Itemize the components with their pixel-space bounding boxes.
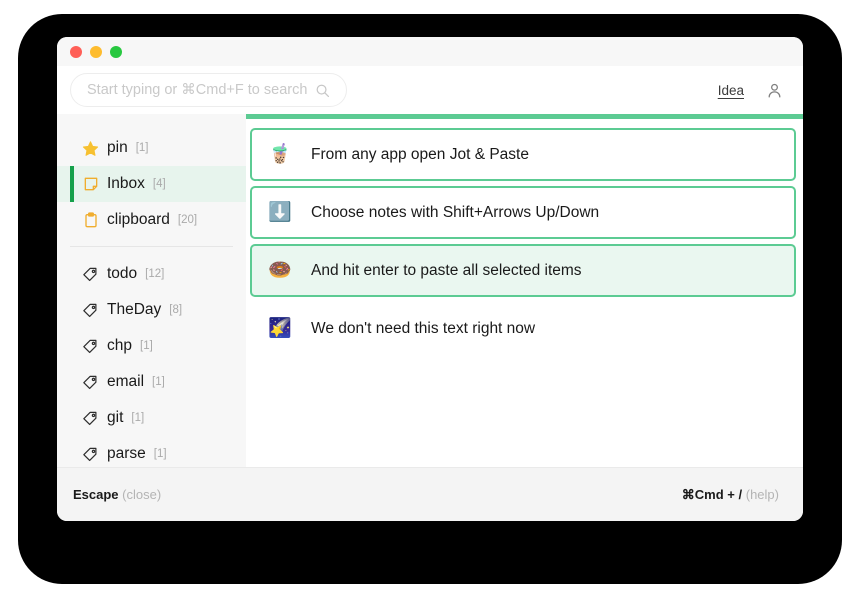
sidebar-item-clipboard[interactable]: clipboard [20] xyxy=(57,202,246,238)
sidebar-item-count: [20] xyxy=(177,214,198,226)
escape-hint: Escape (close) xyxy=(73,487,161,502)
sidebar-item-parse[interactable]: parse [1] xyxy=(57,436,246,472)
note-row[interactable]: 🍩 And hit enter to paste all selected it… xyxy=(250,244,796,297)
sidebar-item-email[interactable]: email [1] xyxy=(57,364,246,400)
tag-icon xyxy=(82,338,99,355)
escape-hint-key: Escape xyxy=(73,487,119,502)
note-row[interactable]: ⬇️ Choose notes with Shift+Arrows Up/Dow… xyxy=(250,186,796,239)
bubble-tea-icon: 🧋 xyxy=(268,144,292,165)
zoom-window-button[interactable] xyxy=(110,45,122,58)
doughnut-icon: 🍩 xyxy=(268,260,292,281)
tag-icon xyxy=(82,374,99,391)
sidebar-tag-group: todo [12] TheDay [8] chp [1] email [1] g… xyxy=(57,256,246,472)
close-window-button[interactable] xyxy=(70,45,82,58)
app-window: Idea pin [1] xyxy=(57,37,803,521)
main-panel: 🧋 From any app open Jot & Paste ⬇️ Choos… xyxy=(246,114,803,467)
sidebar-item-todo[interactable]: todo [12] xyxy=(57,256,246,292)
sidebar-item-inbox[interactable]: Inbox [4] xyxy=(57,166,246,202)
sidebar-pinned-group: pin [1] Inbox [4] clipboard [20] xyxy=(57,130,246,238)
sidebar-item-pin[interactable]: pin [1] xyxy=(57,130,246,166)
help-hint-key: ⌘Cmd + / xyxy=(681,486,743,502)
sidebar-item-git[interactable]: git [1] xyxy=(57,400,246,436)
note-text: Choose notes with Shift+Arrows Up/Down xyxy=(311,203,600,221)
down-arrow-icon: ⬇️ xyxy=(268,202,292,223)
sidebar-item-count: [1] xyxy=(153,448,167,460)
sidebar-item-theday[interactable]: TheDay [8] xyxy=(57,292,246,328)
sidebar-divider xyxy=(70,246,233,247)
note-list: 🧋 From any app open Jot & Paste ⬇️ Choos… xyxy=(246,119,803,355)
sidebar-item-label: Inbox xyxy=(107,175,145,192)
help-hint: ⌘Cmd + / (help) xyxy=(682,487,779,503)
note-text: And hit enter to paste all selected item… xyxy=(311,261,582,279)
sidebar-item-count: [1] xyxy=(131,412,145,424)
search-icon xyxy=(316,84,330,97)
sidebar-item-label: TheDay xyxy=(107,301,162,318)
sidebar-item-label: todo xyxy=(107,265,138,282)
search-header: Idea xyxy=(57,66,803,114)
minimize-window-button[interactable] xyxy=(90,45,102,58)
sidebar-item-count: [8] xyxy=(169,304,183,316)
sidebar-item-label: chp xyxy=(107,337,132,354)
note-text: We don't need this text right now xyxy=(311,319,536,337)
sidebar-item-label: clipboard xyxy=(107,211,170,228)
search-input[interactable] xyxy=(87,82,315,98)
note-row[interactable]: 🌠 We don't need this text right now xyxy=(250,302,796,355)
window-body: pin [1] Inbox [4] clipboard [20] todo [1… xyxy=(57,114,803,467)
help-hint-note: (help) xyxy=(745,486,779,502)
tag-icon xyxy=(82,302,99,319)
note-text: From any app open Jot & Paste xyxy=(311,145,529,163)
sidebar-item-chp[interactable]: chp [1] xyxy=(57,328,246,364)
tag-icon xyxy=(82,410,99,427)
sidebar-item-label: git xyxy=(107,409,124,426)
sidebar-item-count: [1] xyxy=(152,376,165,388)
sidebar-item-count: [1] xyxy=(135,142,149,154)
escape-hint-note: (close) xyxy=(122,487,162,502)
star-icon xyxy=(82,140,99,157)
sidebar-item-label: pin xyxy=(107,139,128,156)
sidebar-item-count: [1] xyxy=(140,340,153,352)
note-row[interactable]: 🧋 From any app open Jot & Paste xyxy=(250,128,796,181)
sidebar-item-count: [12] xyxy=(145,268,165,280)
sidebar-item-count: [4] xyxy=(152,178,166,190)
title-bar xyxy=(57,37,803,66)
sidebar-item-label: email xyxy=(107,373,145,390)
tag-icon xyxy=(82,266,99,283)
tag-icon xyxy=(82,446,99,463)
header-actions: Idea xyxy=(718,82,783,99)
search-box[interactable] xyxy=(70,73,347,107)
shooting-star-icon: 🌠 xyxy=(268,318,292,339)
sidebar: pin [1] Inbox [4] clipboard [20] todo [1… xyxy=(57,114,246,467)
sidebar-item-label: parse xyxy=(107,445,146,462)
idea-link[interactable]: Idea xyxy=(718,83,744,98)
clipboard-icon xyxy=(82,212,99,229)
footer-hint-bar: Escape (close) ⌘Cmd + / (help) xyxy=(57,467,803,521)
note-icon xyxy=(82,176,99,193)
person-icon[interactable] xyxy=(766,82,783,99)
